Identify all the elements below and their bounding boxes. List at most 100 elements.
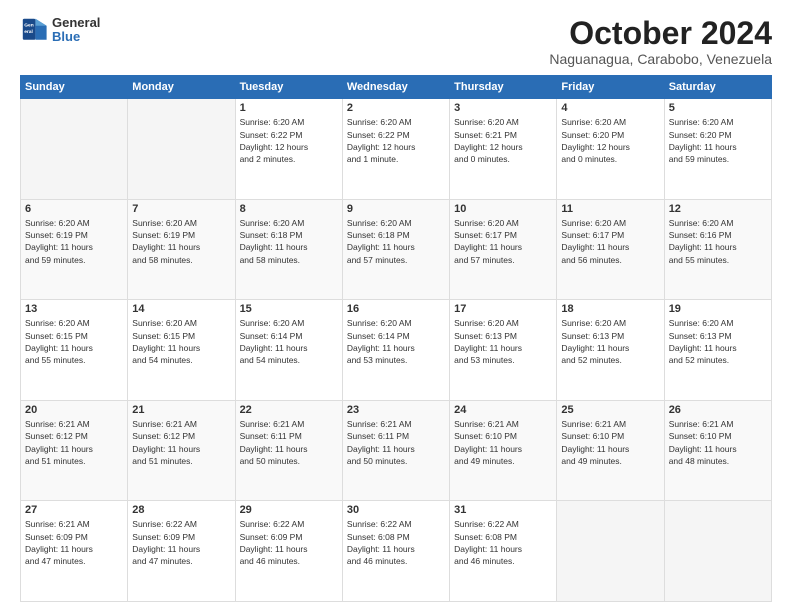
day-number: 23 xyxy=(347,404,445,416)
day-info: Sunrise: 6:21 AM Sunset: 6:11 PM Dayligh… xyxy=(240,418,338,467)
calendar-cell: 28 Sunrise: 6:22 AM Sunset: 6:09 PM Dayli… xyxy=(128,501,235,602)
calendar-cell: 22 Sunrise: 6:21 AM Sunset: 6:11 PM Dayli… xyxy=(235,400,342,501)
logo-general: General xyxy=(52,16,100,30)
calendar-table: SundayMondayTuesdayWednesdayThursdayFrid… xyxy=(20,75,772,602)
calendar-cell: 23 Sunrise: 6:21 AM Sunset: 6:11 PM Dayli… xyxy=(342,400,449,501)
day-number: 21 xyxy=(132,404,230,416)
column-header-tuesday: Tuesday xyxy=(235,76,342,99)
logo: Gen eral General Blue xyxy=(20,16,100,45)
day-number: 29 xyxy=(240,504,338,516)
day-number: 4 xyxy=(561,102,659,114)
day-info: Sunrise: 6:20 AM Sunset: 6:17 PM Dayligh… xyxy=(561,217,659,266)
calendar-cell: 16Sunrise: 6:20 AM Sunset: 6:14 PM Dayli… xyxy=(342,300,449,401)
day-info: Sunrise: 6:20 AM Sunset: 6:15 PM Dayligh… xyxy=(25,317,123,366)
day-number: 11 xyxy=(561,203,659,215)
calendar-cell xyxy=(557,501,664,602)
column-header-friday: Friday xyxy=(557,76,664,99)
day-number: 10 xyxy=(454,203,552,215)
calendar-cell: 13Sunrise: 6:20 AM Sunset: 6:15 PM Dayli… xyxy=(21,300,128,401)
calendar-cell: 1 Sunrise: 6:20 AM Sunset: 6:22 PM Daylig… xyxy=(235,99,342,200)
logo-text: General Blue xyxy=(52,16,100,45)
day-info: Sunrise: 6:21 AM Sunset: 6:09 PM Dayligh… xyxy=(25,518,123,567)
day-number: 16 xyxy=(347,303,445,315)
calendar-cell: 20 Sunrise: 6:21 AM Sunset: 6:12 PM Dayli… xyxy=(21,400,128,501)
day-info: Sunrise: 6:20 AM Sunset: 6:14 PM Dayligh… xyxy=(240,317,338,366)
day-info: Sunrise: 6:22 AM Sunset: 6:08 PM Dayligh… xyxy=(454,518,552,567)
day-info: Sunrise: 6:20 AM Sunset: 6:20 PM Dayligh… xyxy=(561,116,659,165)
calendar-cell: 30 Sunrise: 6:22 AM Sunset: 6:08 PM Dayli… xyxy=(342,501,449,602)
page: Gen eral General Blue October 2024 Nagua… xyxy=(0,0,792,612)
day-info: Sunrise: 6:21 AM Sunset: 6:12 PM Dayligh… xyxy=(25,418,123,467)
calendar-cell: 8 Sunrise: 6:20 AM Sunset: 6:18 PM Daylig… xyxy=(235,199,342,300)
calendar-cell: 14Sunrise: 6:20 AM Sunset: 6:15 PM Dayli… xyxy=(128,300,235,401)
day-number: 5 xyxy=(669,102,767,114)
header: Gen eral General Blue October 2024 Nagua… xyxy=(20,16,772,67)
day-info: Sunrise: 6:20 AM Sunset: 6:13 PM Dayligh… xyxy=(561,317,659,366)
day-info: Sunrise: 6:21 AM Sunset: 6:10 PM Dayligh… xyxy=(669,418,767,467)
calendar-cell: 12 Sunrise: 6:20 AM Sunset: 6:16 PM Dayli… xyxy=(664,199,771,300)
day-number: 9 xyxy=(347,203,445,215)
day-number: 8 xyxy=(240,203,338,215)
day-info: Sunrise: 6:22 AM Sunset: 6:08 PM Dayligh… xyxy=(347,518,445,567)
day-number: 1 xyxy=(240,102,338,114)
day-number: 25 xyxy=(561,404,659,416)
calendar-cell xyxy=(21,99,128,200)
day-info: Sunrise: 6:22 AM Sunset: 6:09 PM Dayligh… xyxy=(240,518,338,567)
day-number: 20 xyxy=(25,404,123,416)
day-info: Sunrise: 6:20 AM Sunset: 6:19 PM Dayligh… xyxy=(25,217,123,266)
calendar-cell: 29 Sunrise: 6:22 AM Sunset: 6:09 PM Dayli… xyxy=(235,501,342,602)
day-number: 22 xyxy=(240,404,338,416)
calendar-cell: 25 Sunrise: 6:21 AM Sunset: 6:10 PM Dayli… xyxy=(557,400,664,501)
day-info: Sunrise: 6:22 AM Sunset: 6:09 PM Dayligh… xyxy=(132,518,230,567)
day-number: 12 xyxy=(669,203,767,215)
calendar-cell xyxy=(664,501,771,602)
column-header-saturday: Saturday xyxy=(664,76,771,99)
calendar-week-4: 20 Sunrise: 6:21 AM Sunset: 6:12 PM Dayli… xyxy=(21,400,772,501)
day-info: Sunrise: 6:20 AM Sunset: 6:17 PM Dayligh… xyxy=(454,217,552,266)
calendar-cell: 31 Sunrise: 6:22 AM Sunset: 6:08 PM Dayli… xyxy=(450,501,557,602)
calendar-week-5: 27Sunrise: 6:21 AM Sunset: 6:09 PM Dayli… xyxy=(21,501,772,602)
day-number: 2 xyxy=(347,102,445,114)
calendar-cell: 3Sunrise: 6:20 AM Sunset: 6:21 PM Daylig… xyxy=(450,99,557,200)
day-info: Sunrise: 6:20 AM Sunset: 6:20 PM Dayligh… xyxy=(669,116,767,165)
day-info: Sunrise: 6:21 AM Sunset: 6:10 PM Dayligh… xyxy=(561,418,659,467)
month-title: October 2024 xyxy=(549,16,772,51)
day-number: 7 xyxy=(132,203,230,215)
calendar-cell: 9Sunrise: 6:20 AM Sunset: 6:18 PM Daylig… xyxy=(342,199,449,300)
logo-blue: Blue xyxy=(52,30,100,44)
calendar-cell: 24Sunrise: 6:21 AM Sunset: 6:10 PM Dayli… xyxy=(450,400,557,501)
column-header-wednesday: Wednesday xyxy=(342,76,449,99)
calendar-cell: 5 Sunrise: 6:20 AM Sunset: 6:20 PM Daylig… xyxy=(664,99,771,200)
day-number: 31 xyxy=(454,504,552,516)
day-info: Sunrise: 6:20 AM Sunset: 6:22 PM Dayligh… xyxy=(240,116,338,165)
day-number: 28 xyxy=(132,504,230,516)
day-info: Sunrise: 6:21 AM Sunset: 6:11 PM Dayligh… xyxy=(347,418,445,467)
calendar-cell: 26Sunrise: 6:21 AM Sunset: 6:10 PM Dayli… xyxy=(664,400,771,501)
day-info: Sunrise: 6:20 AM Sunset: 6:13 PM Dayligh… xyxy=(454,317,552,366)
calendar-cell: 11 Sunrise: 6:20 AM Sunset: 6:17 PM Dayli… xyxy=(557,199,664,300)
calendar-cell: 19Sunrise: 6:20 AM Sunset: 6:13 PM Dayli… xyxy=(664,300,771,401)
day-info: Sunrise: 6:20 AM Sunset: 6:19 PM Dayligh… xyxy=(132,217,230,266)
day-number: 17 xyxy=(454,303,552,315)
day-info: Sunrise: 6:21 AM Sunset: 6:12 PM Dayligh… xyxy=(132,418,230,467)
calendar-week-1: 1 Sunrise: 6:20 AM Sunset: 6:22 PM Daylig… xyxy=(21,99,772,200)
column-header-thursday: Thursday xyxy=(450,76,557,99)
calendar-cell: 15Sunrise: 6:20 AM Sunset: 6:14 PM Dayli… xyxy=(235,300,342,401)
calendar-cell: 7 Sunrise: 6:20 AM Sunset: 6:19 PM Daylig… xyxy=(128,199,235,300)
day-number: 18 xyxy=(561,303,659,315)
calendar-cell: 21 Sunrise: 6:21 AM Sunset: 6:12 PM Dayli… xyxy=(128,400,235,501)
svg-text:eral: eral xyxy=(24,29,33,35)
day-number: 30 xyxy=(347,504,445,516)
logo-icon: Gen eral xyxy=(20,16,48,44)
day-number: 14 xyxy=(132,303,230,315)
day-info: Sunrise: 6:20 AM Sunset: 6:13 PM Dayligh… xyxy=(669,317,767,366)
calendar-header-row: SundayMondayTuesdayWednesdayThursdayFrid… xyxy=(21,76,772,99)
day-info: Sunrise: 6:20 AM Sunset: 6:18 PM Dayligh… xyxy=(240,217,338,266)
calendar-week-3: 13Sunrise: 6:20 AM Sunset: 6:15 PM Dayli… xyxy=(21,300,772,401)
day-info: Sunrise: 6:20 AM Sunset: 6:21 PM Dayligh… xyxy=(454,116,552,165)
calendar-cell: 2Sunrise: 6:20 AM Sunset: 6:22 PM Daylig… xyxy=(342,99,449,200)
column-header-sunday: Sunday xyxy=(21,76,128,99)
calendar-cell: 6Sunrise: 6:20 AM Sunset: 6:19 PM Daylig… xyxy=(21,199,128,300)
column-header-monday: Monday xyxy=(128,76,235,99)
day-info: Sunrise: 6:20 AM Sunset: 6:16 PM Dayligh… xyxy=(669,217,767,266)
